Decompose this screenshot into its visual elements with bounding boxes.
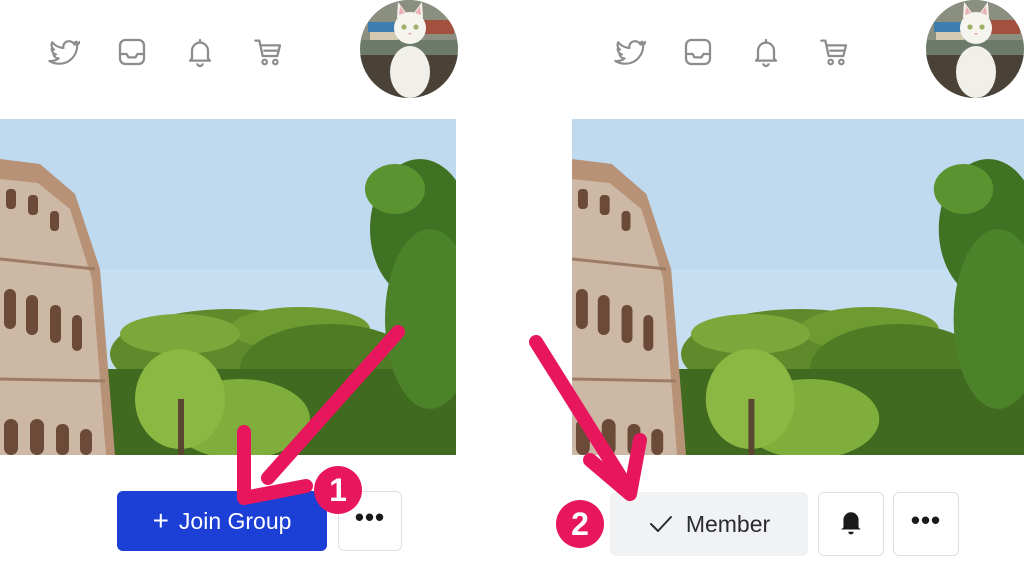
left-panel: + Join Group ••• 1: [0, 0, 512, 576]
step-badge: 2: [556, 500, 604, 548]
annotation-arrow: [237, 325, 405, 505]
step-badge: 1: [314, 466, 362, 514]
right-panel: Member ••• 2: [512, 0, 1024, 576]
annotation-arrow: [529, 335, 647, 501]
